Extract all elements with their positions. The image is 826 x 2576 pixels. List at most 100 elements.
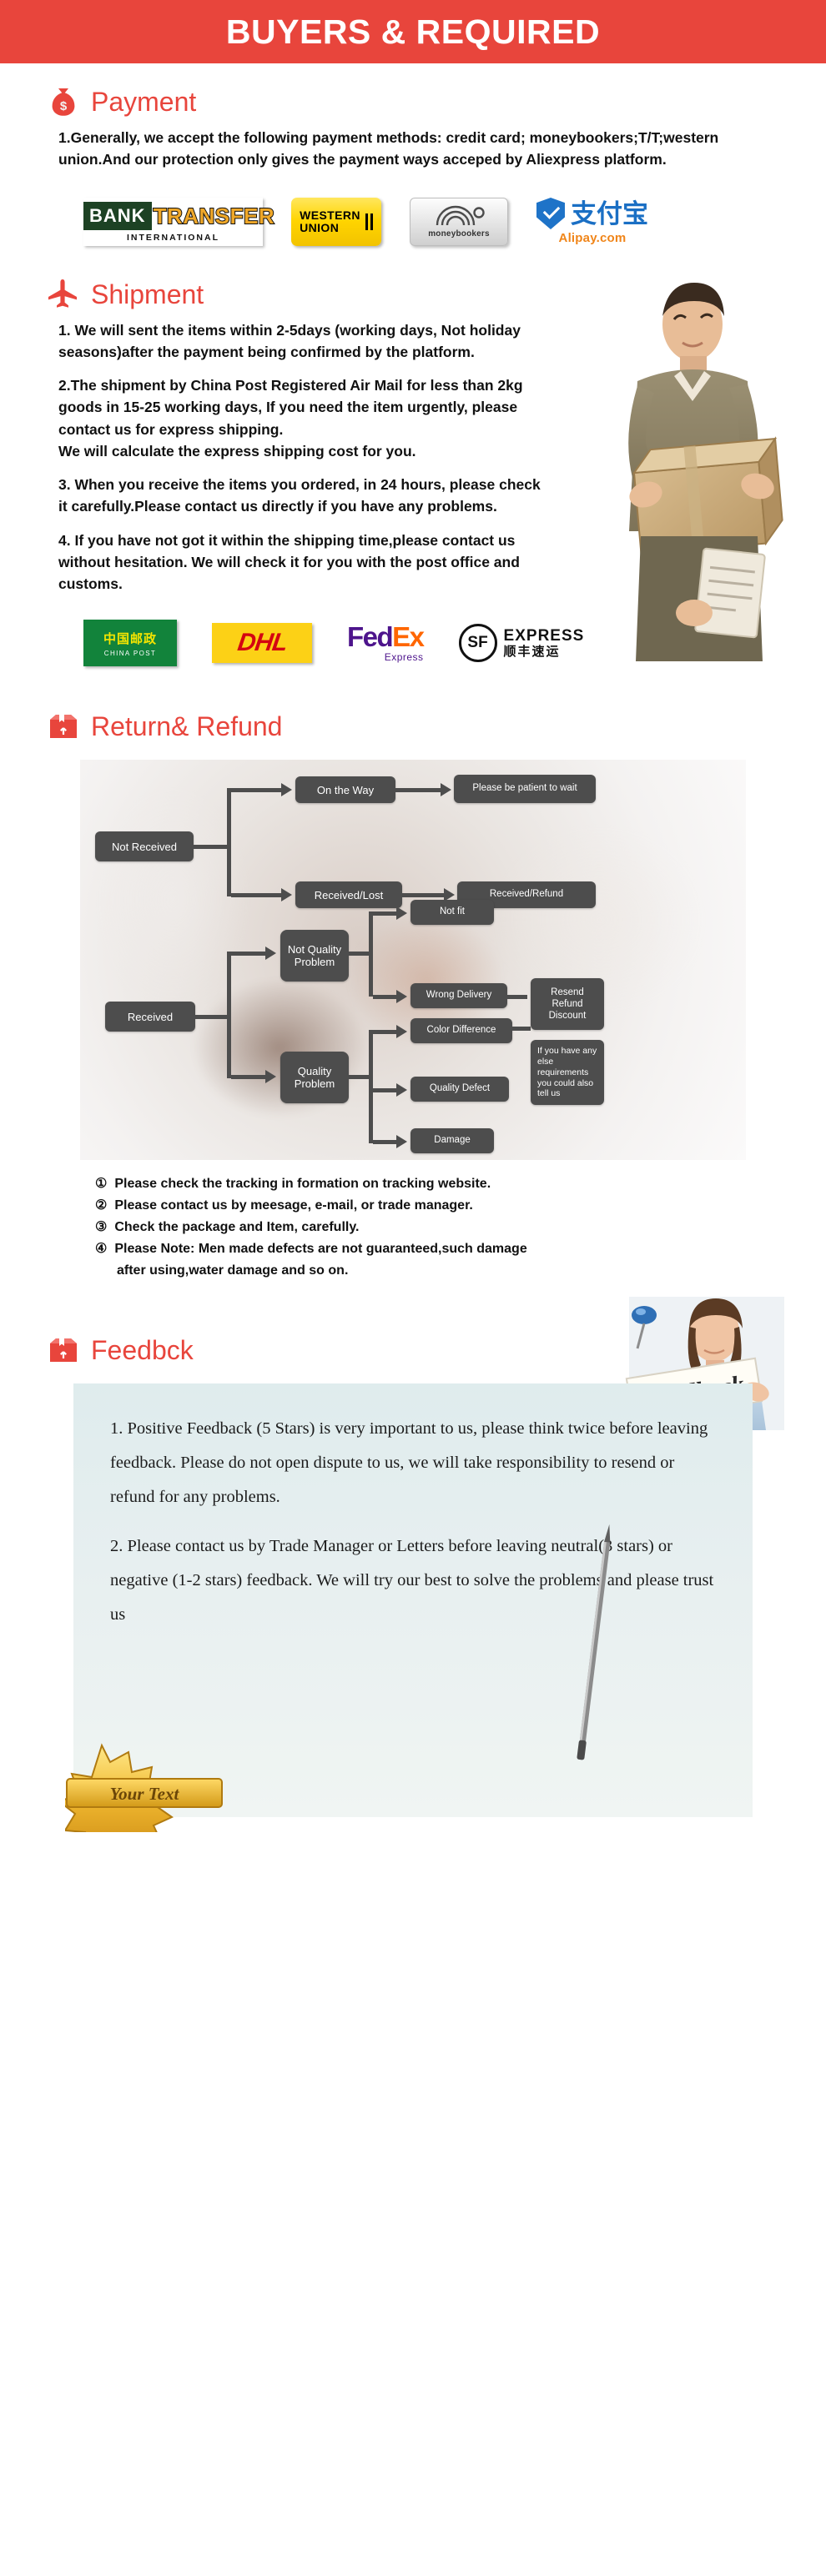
bank-transfer-transfer-text: TRANSFER [153, 203, 275, 229]
flow-node-on-the-way: On the Way [295, 776, 395, 804]
payment-section: $ Payment 1.Generally, we accept the fol… [0, 63, 826, 256]
flow-arrow [281, 783, 292, 797]
dhl-logo: DHL [212, 623, 312, 664]
flow-node-please-be-patient: Please be patient to wait [454, 775, 596, 804]
western-union-line1: WESTERN [300, 208, 360, 223]
flow-node-color-difference: Color Difference [410, 1018, 512, 1044]
note-item: ① Please check the tracking in formation… [95, 1173, 746, 1195]
shipment-title: Shipment [91, 279, 204, 309]
moneybookers-text: moneybookers [428, 228, 490, 239]
fedex-ex-text: Ex [392, 621, 425, 653]
flow-line [402, 893, 447, 898]
feedback-paragraph-2: 2. Please contact us by Trade Manager or… [110, 1536, 714, 1624]
box-icon [50, 1338, 77, 1362]
ribbon-text: Your Text [110, 1784, 180, 1804]
box-icon [50, 715, 77, 739]
feedback-section: Feedbck Feedback [0, 1290, 826, 1864]
flow-line [231, 893, 283, 898]
moneybookers-waves-icon [436, 205, 485, 225]
flow-node-tell-us: If you have any else requirements you co… [531, 1040, 604, 1106]
shield-check-icon [536, 198, 565, 229]
flow-node-quality-defect: Quality Defect [410, 1077, 509, 1102]
alipay-cn-text: 支付宝 [571, 198, 648, 228]
flow-line [227, 788, 231, 897]
flow-arrow [396, 906, 407, 921]
flow-line [195, 1015, 230, 1020]
note-text: Please contact us by meesage, e-mail, or… [114, 1198, 473, 1213]
shipment-section-heading: Shipment [40, 256, 786, 319]
flow-arrow [265, 1070, 276, 1084]
return-refund-section-heading: Return& Refund [40, 688, 786, 751]
shipment-paragraph-4: 4. If you have not got it within the shi… [58, 531, 520, 593]
flow-arrow [396, 1025, 407, 1039]
payment-section-heading: $ Payment [40, 63, 786, 127]
fedex-fed-text: Fed [347, 621, 394, 653]
china-post-logo: 中国邮政 CHINA POST [83, 620, 177, 667]
page-title: BUYERS & REQUIRED [225, 12, 601, 51]
fedex-logo: FedEx Express [347, 621, 425, 664]
flow-node-not-received: Not Received [95, 831, 194, 862]
payment-logo-row: BANK TRANSFER INTERNATIONAL WESTERN UNIO… [40, 183, 786, 256]
flow-line [194, 845, 230, 850]
flow-arrow [396, 1083, 407, 1097]
flow-node-not-quality-problem: Not Quality Problem [280, 930, 349, 982]
your-text-ribbon-badge: Your Text [58, 1743, 223, 1864]
flow-node-received: Received [105, 1002, 195, 1032]
payment-body: 1.Generally, we accept the following pay… [40, 127, 774, 171]
footer-ribbon-area: Your Text [40, 1740, 786, 1864]
note-text: Please Note: Men made defects are not gu… [114, 1241, 527, 1256]
flow-node-resend-refund-discount: Resend Refund Discount [531, 978, 604, 1031]
note-text: Check the package and Item, carefully. [114, 1220, 360, 1235]
alipay-en-text: Alipay.com [558, 231, 627, 245]
shipment-paragraph-1: 1. We will sent the items within 2-5days… [58, 321, 521, 360]
return-refund-notes: ① Please check the tracking in formation… [40, 1160, 786, 1290]
flow-line [507, 995, 527, 1000]
note-text-continued: after using,water damage and so on. [117, 1263, 349, 1278]
sf-express-logo: SF EXPRESS 顺丰速运 [458, 624, 585, 663]
flow-arrow [281, 888, 292, 902]
policy-banner-page: BUYERS & REQUIRED $ Payment 1.Generally,… [0, 0, 826, 1864]
flow-arrow [396, 1135, 407, 1149]
flow-node-received-lost: Received/Lost [295, 881, 402, 909]
note-marker: ① [95, 1177, 108, 1192]
china-post-en-text: CHINA POST [103, 649, 157, 657]
airplane-icon [48, 279, 77, 308]
flow-node-wrong-delivery: Wrong Delivery [410, 983, 507, 1009]
moneybookers-logo: moneybookers [410, 197, 508, 246]
flow-line [395, 788, 444, 793]
flow-line [231, 1075, 268, 1080]
return-refund-flowchart: Not Received On the Way Received/Lost Pl… [80, 760, 746, 1161]
money-bag-icon: $ [52, 88, 75, 116]
note-item: ④ Please Note: Men made defects are not … [95, 1238, 746, 1260]
flow-line [231, 788, 283, 793]
flow-line [231, 952, 268, 957]
note-item: ② Please contact us by meesage, e-mail, … [95, 1195, 746, 1217]
bank-transfer-international-text: INTERNATIONAL [127, 233, 219, 243]
flow-line [369, 911, 373, 997]
dhl-text: DHL [235, 629, 289, 657]
flow-line [512, 1027, 531, 1032]
shipment-paragraph-2: 2.The shipment by China Post Registered … [58, 377, 523, 438]
note-marker: ③ [95, 1220, 108, 1235]
feedback-paragraph-1: 1. Positive Feedback (5 Stars) is very i… [110, 1419, 708, 1506]
payment-paragraph: 1.Generally, we accept the following pay… [58, 129, 719, 168]
flow-node-quality-problem: Quality Problem [280, 1052, 349, 1104]
page-header: BUYERS & REQUIRED [0, 0, 826, 63]
sf-express-cn-text: 顺丰速运 [503, 644, 561, 659]
flow-node-not-fit: Not fit [410, 900, 494, 926]
china-post-cn-text: 中国邮政 [103, 631, 157, 646]
alipay-logo: 支付宝 Alipay.com [536, 198, 648, 245]
note-text: Please check the tracking in formation o… [114, 1177, 491, 1192]
sf-express-en-text: EXPRESS [503, 626, 585, 645]
flow-node-damage: Damage [410, 1128, 494, 1154]
flow-arrow [396, 990, 407, 1004]
shipment-paragraph-3: 3. When you receive the items you ordere… [58, 476, 541, 515]
payment-title: Payment [91, 87, 197, 117]
flow-line [369, 1030, 373, 1144]
western-union-logo: WESTERN UNION [291, 197, 381, 246]
shipment-section: Shipment 1. We will sent the items withi… [0, 256, 826, 689]
feedback-title: Feedbck [91, 1334, 194, 1365]
fedex-express-text: Express [384, 651, 424, 664]
carrier-logo-row: 中国邮政 CHINA POST DHL FedEx Express SF EXP… [40, 606, 786, 688]
return-refund-section: Return& Refund Not Received On the Way R… [0, 688, 826, 1290]
